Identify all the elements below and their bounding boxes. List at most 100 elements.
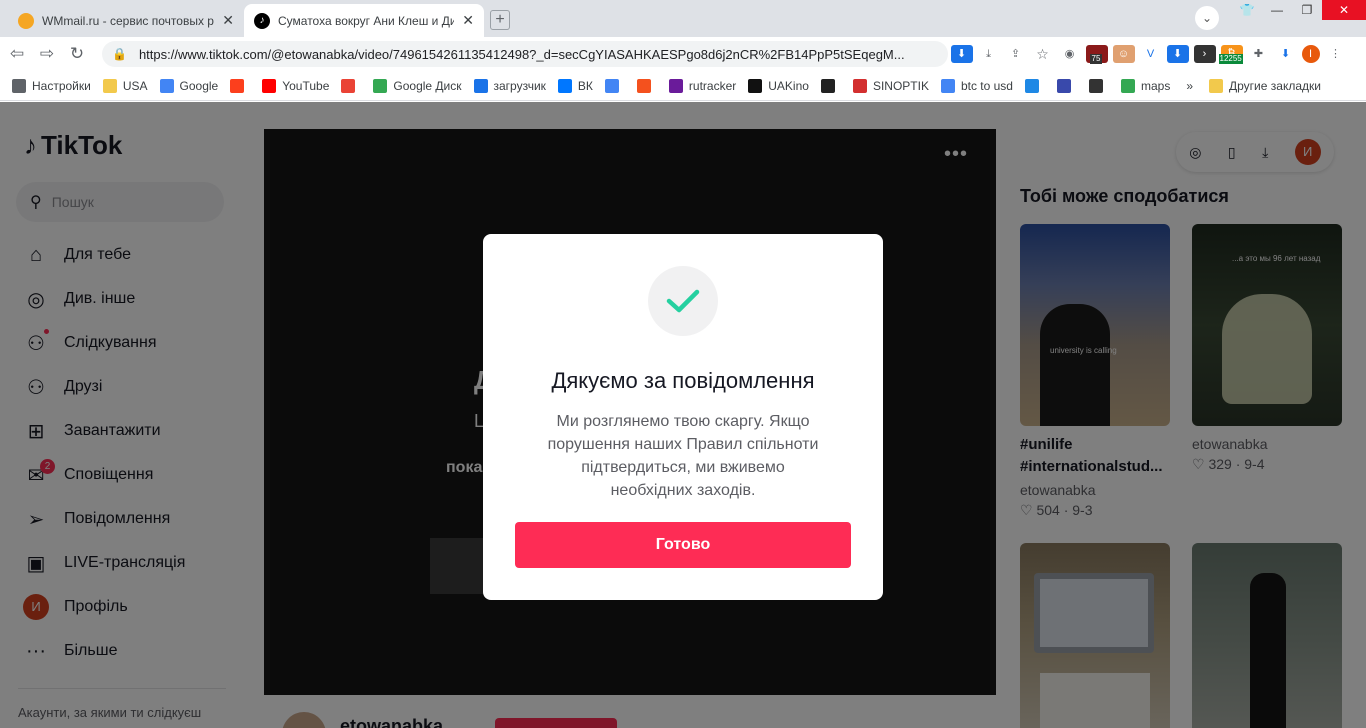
terminal-ext-icon[interactable]: › bbox=[1193, 45, 1216, 63]
close-window-icon[interactable]: ✕ bbox=[1322, 0, 1366, 20]
bookmark-item[interactable] bbox=[1088, 78, 1109, 93]
bookmark-label: загрузчик bbox=[493, 78, 546, 93]
forward-icon[interactable]: ⇨ bbox=[34, 44, 60, 64]
bookmark-item[interactable]: Google Диск bbox=[373, 78, 462, 93]
url-text[interactable]: https://www.tiktok.com/@etowanabka/video… bbox=[139, 47, 905, 62]
maximize-icon[interactable]: ❐ bbox=[1292, 0, 1322, 20]
v-ext-icon[interactable]: V bbox=[1139, 45, 1162, 63]
p-icon bbox=[1024, 78, 1039, 93]
bookmark-item[interactable]: maps bbox=[1120, 78, 1171, 93]
checkmark-icon bbox=[648, 266, 718, 336]
other-bookmarks-label: Другие закладки bbox=[1229, 78, 1321, 93]
bitcoin-ext-icon[interactable]: ₿12255 bbox=[1218, 45, 1243, 64]
download-ext-icon[interactable]: ⬇ bbox=[950, 45, 973, 63]
download2-ext-icon[interactable]: ⬇ bbox=[1166, 45, 1189, 63]
bookmark-label: YouTube bbox=[282, 78, 330, 93]
share-icon[interactable]: ⇪ bbox=[1004, 45, 1027, 63]
back-icon[interactable]: ⇦ bbox=[4, 44, 30, 64]
profile-avatar[interactable]: I bbox=[1301, 45, 1320, 63]
bookmark-item[interactable]: SINOPTIK bbox=[852, 78, 929, 93]
save-page-icon[interactable]: ⤓ bbox=[977, 45, 1000, 63]
bookmark-item[interactable]: Настройки bbox=[12, 78, 91, 93]
tab-title: Суматоха вокруг Ани Клеш и Ди bbox=[278, 13, 455, 28]
new-tab-button[interactable]: + bbox=[490, 10, 510, 30]
bookmark-label: Google Диск bbox=[393, 78, 462, 93]
loader-icon bbox=[473, 78, 488, 93]
bookmark-label: maps bbox=[1140, 78, 1171, 93]
yandex-icon bbox=[230, 78, 245, 93]
gmail-icon bbox=[341, 78, 356, 93]
bookmark-item[interactable] bbox=[820, 78, 841, 93]
rutracker-icon bbox=[668, 78, 683, 93]
address-bar[interactable]: 🔒 https://www.tiktok.com/@etowanabka/vid… bbox=[102, 41, 948, 67]
person-icon bbox=[820, 78, 835, 93]
close-tab-icon[interactable]: ✕ bbox=[222, 12, 234, 29]
drive-icon bbox=[373, 78, 388, 93]
chevron-icon bbox=[1056, 78, 1071, 93]
folder-icon bbox=[1209, 78, 1224, 93]
tiktok-page: ♪ TikTok ⚲ Пошук ⌂Для тебе◎Див. інше⚇Слі… bbox=[0, 102, 1366, 728]
done-button[interactable]: Готово bbox=[515, 522, 851, 568]
browser-tab-bar: WMmail.ru - сервис почтовых рас ✕ ♪ Сума… bbox=[0, 0, 1366, 37]
bookmark-label: btc to usd bbox=[960, 78, 1013, 93]
reload-icon[interactable]: ↻ bbox=[64, 44, 90, 64]
menu-icon[interactable]: ⋮ bbox=[1324, 45, 1347, 63]
bookmark-item[interactable] bbox=[230, 78, 250, 93]
bookmark-item[interactable]: ВК bbox=[557, 78, 593, 93]
google-icon bbox=[159, 78, 174, 93]
bookmark-item[interactable]: загрузчик bbox=[473, 78, 546, 93]
profile-icon[interactable]: 👕 bbox=[1232, 0, 1262, 20]
counter-badge: 75 bbox=[1089, 54, 1103, 64]
wmmail-favicon bbox=[18, 12, 34, 29]
address-row: ⇦ ⇨ ↻ 🔒 https://www.tiktok.com/@etowanab… bbox=[0, 37, 1366, 71]
bookmark-star-icon[interactable]: ☆ bbox=[1031, 45, 1054, 63]
bookmarks-bar: Настройки USA Google YouTube Google Диск загр… bbox=[0, 71, 1366, 101]
bookmark-label: SINOPTIK bbox=[872, 78, 929, 93]
report-confirmation-dialog: Дякуємо за повідомлення Ми розглянемо тв… bbox=[483, 234, 883, 600]
minimize-icon[interactable]: — bbox=[1262, 0, 1292, 20]
bookmark-label: Настройки bbox=[32, 78, 91, 93]
vk-icon bbox=[557, 78, 572, 93]
bookmark-item[interactable] bbox=[1024, 78, 1045, 93]
bookmark-item[interactable] bbox=[1056, 78, 1077, 93]
price-badge: 12255 bbox=[1218, 54, 1243, 64]
bookmarks-overflow-icon[interactable]: » bbox=[1186, 79, 1193, 93]
puzzle-icon[interactable]: ✚ bbox=[1247, 45, 1270, 63]
close-tab-icon[interactable]: ✕ bbox=[462, 12, 474, 29]
tab-tiktok[interactable]: ♪ Суматоха вокруг Ани Клеш и Ди ✕ bbox=[244, 4, 484, 37]
counter-ext-icon[interactable]: 75 bbox=[1085, 45, 1108, 64]
bookmark-item[interactable]: rutracker bbox=[668, 78, 737, 93]
face-ext-icon[interactable]: ☺ bbox=[1112, 45, 1135, 63]
f-icon bbox=[636, 78, 651, 93]
tiktok-favicon: ♪ bbox=[254, 12, 270, 29]
lock-icon[interactable]: 🔒 bbox=[112, 47, 127, 61]
bookmark-item[interactable]: YouTube bbox=[262, 78, 330, 93]
tab-title: WMmail.ru - сервис почтовых рас bbox=[42, 13, 215, 28]
bookmark-item[interactable] bbox=[636, 78, 657, 93]
dialog-message: Ми розглянемо твою скаргу. Якщо порушенн… bbox=[547, 413, 819, 499]
youtube-icon bbox=[262, 78, 277, 93]
downloads-icon[interactable]: ⬇ bbox=[1274, 45, 1297, 63]
bookmark-item[interactable]: btc to usd bbox=[940, 78, 1013, 93]
dialog-title: Дякуємо за повідомлення bbox=[551, 368, 815, 393]
bookmark-item[interactable] bbox=[604, 78, 625, 93]
other-bookmarks[interactable]: Другие закладки bbox=[1209, 78, 1321, 93]
uakino-icon bbox=[748, 78, 763, 93]
bookmark-label: USA bbox=[122, 78, 148, 93]
bookmark-label: Google bbox=[179, 78, 219, 93]
gear-icon bbox=[12, 78, 26, 93]
bookmark-item[interactable]: UAKino bbox=[748, 78, 809, 93]
tab-wmmail[interactable]: WMmail.ru - сервис почтовых рас ✕ bbox=[8, 4, 244, 37]
bookmark-label: rutracker bbox=[688, 78, 737, 93]
bookmark-label: UAKino bbox=[768, 78, 809, 93]
checkmark-svg bbox=[666, 289, 700, 313]
bookmark-item[interactable]: USA bbox=[102, 78, 148, 93]
thermometer-icon bbox=[852, 78, 867, 93]
extensions-toolbar: ⬇ ⤓ ⇪ ☆ ◉ 75 ☺ V ⬇ › ₿12255 ✚ ⬇ I ⋮ bbox=[948, 41, 1349, 67]
bookmark-item[interactable]: Google bbox=[159, 78, 219, 93]
bookmark-label: ВК bbox=[577, 78, 593, 93]
tab-search-chevron-icon[interactable]: ⌄ bbox=[1195, 6, 1219, 30]
bookmark-item[interactable] bbox=[341, 78, 361, 93]
globe-icon[interactable]: ◉ bbox=[1058, 45, 1081, 63]
window-controls: 👕 — ❐ ✕ bbox=[1232, 0, 1366, 22]
